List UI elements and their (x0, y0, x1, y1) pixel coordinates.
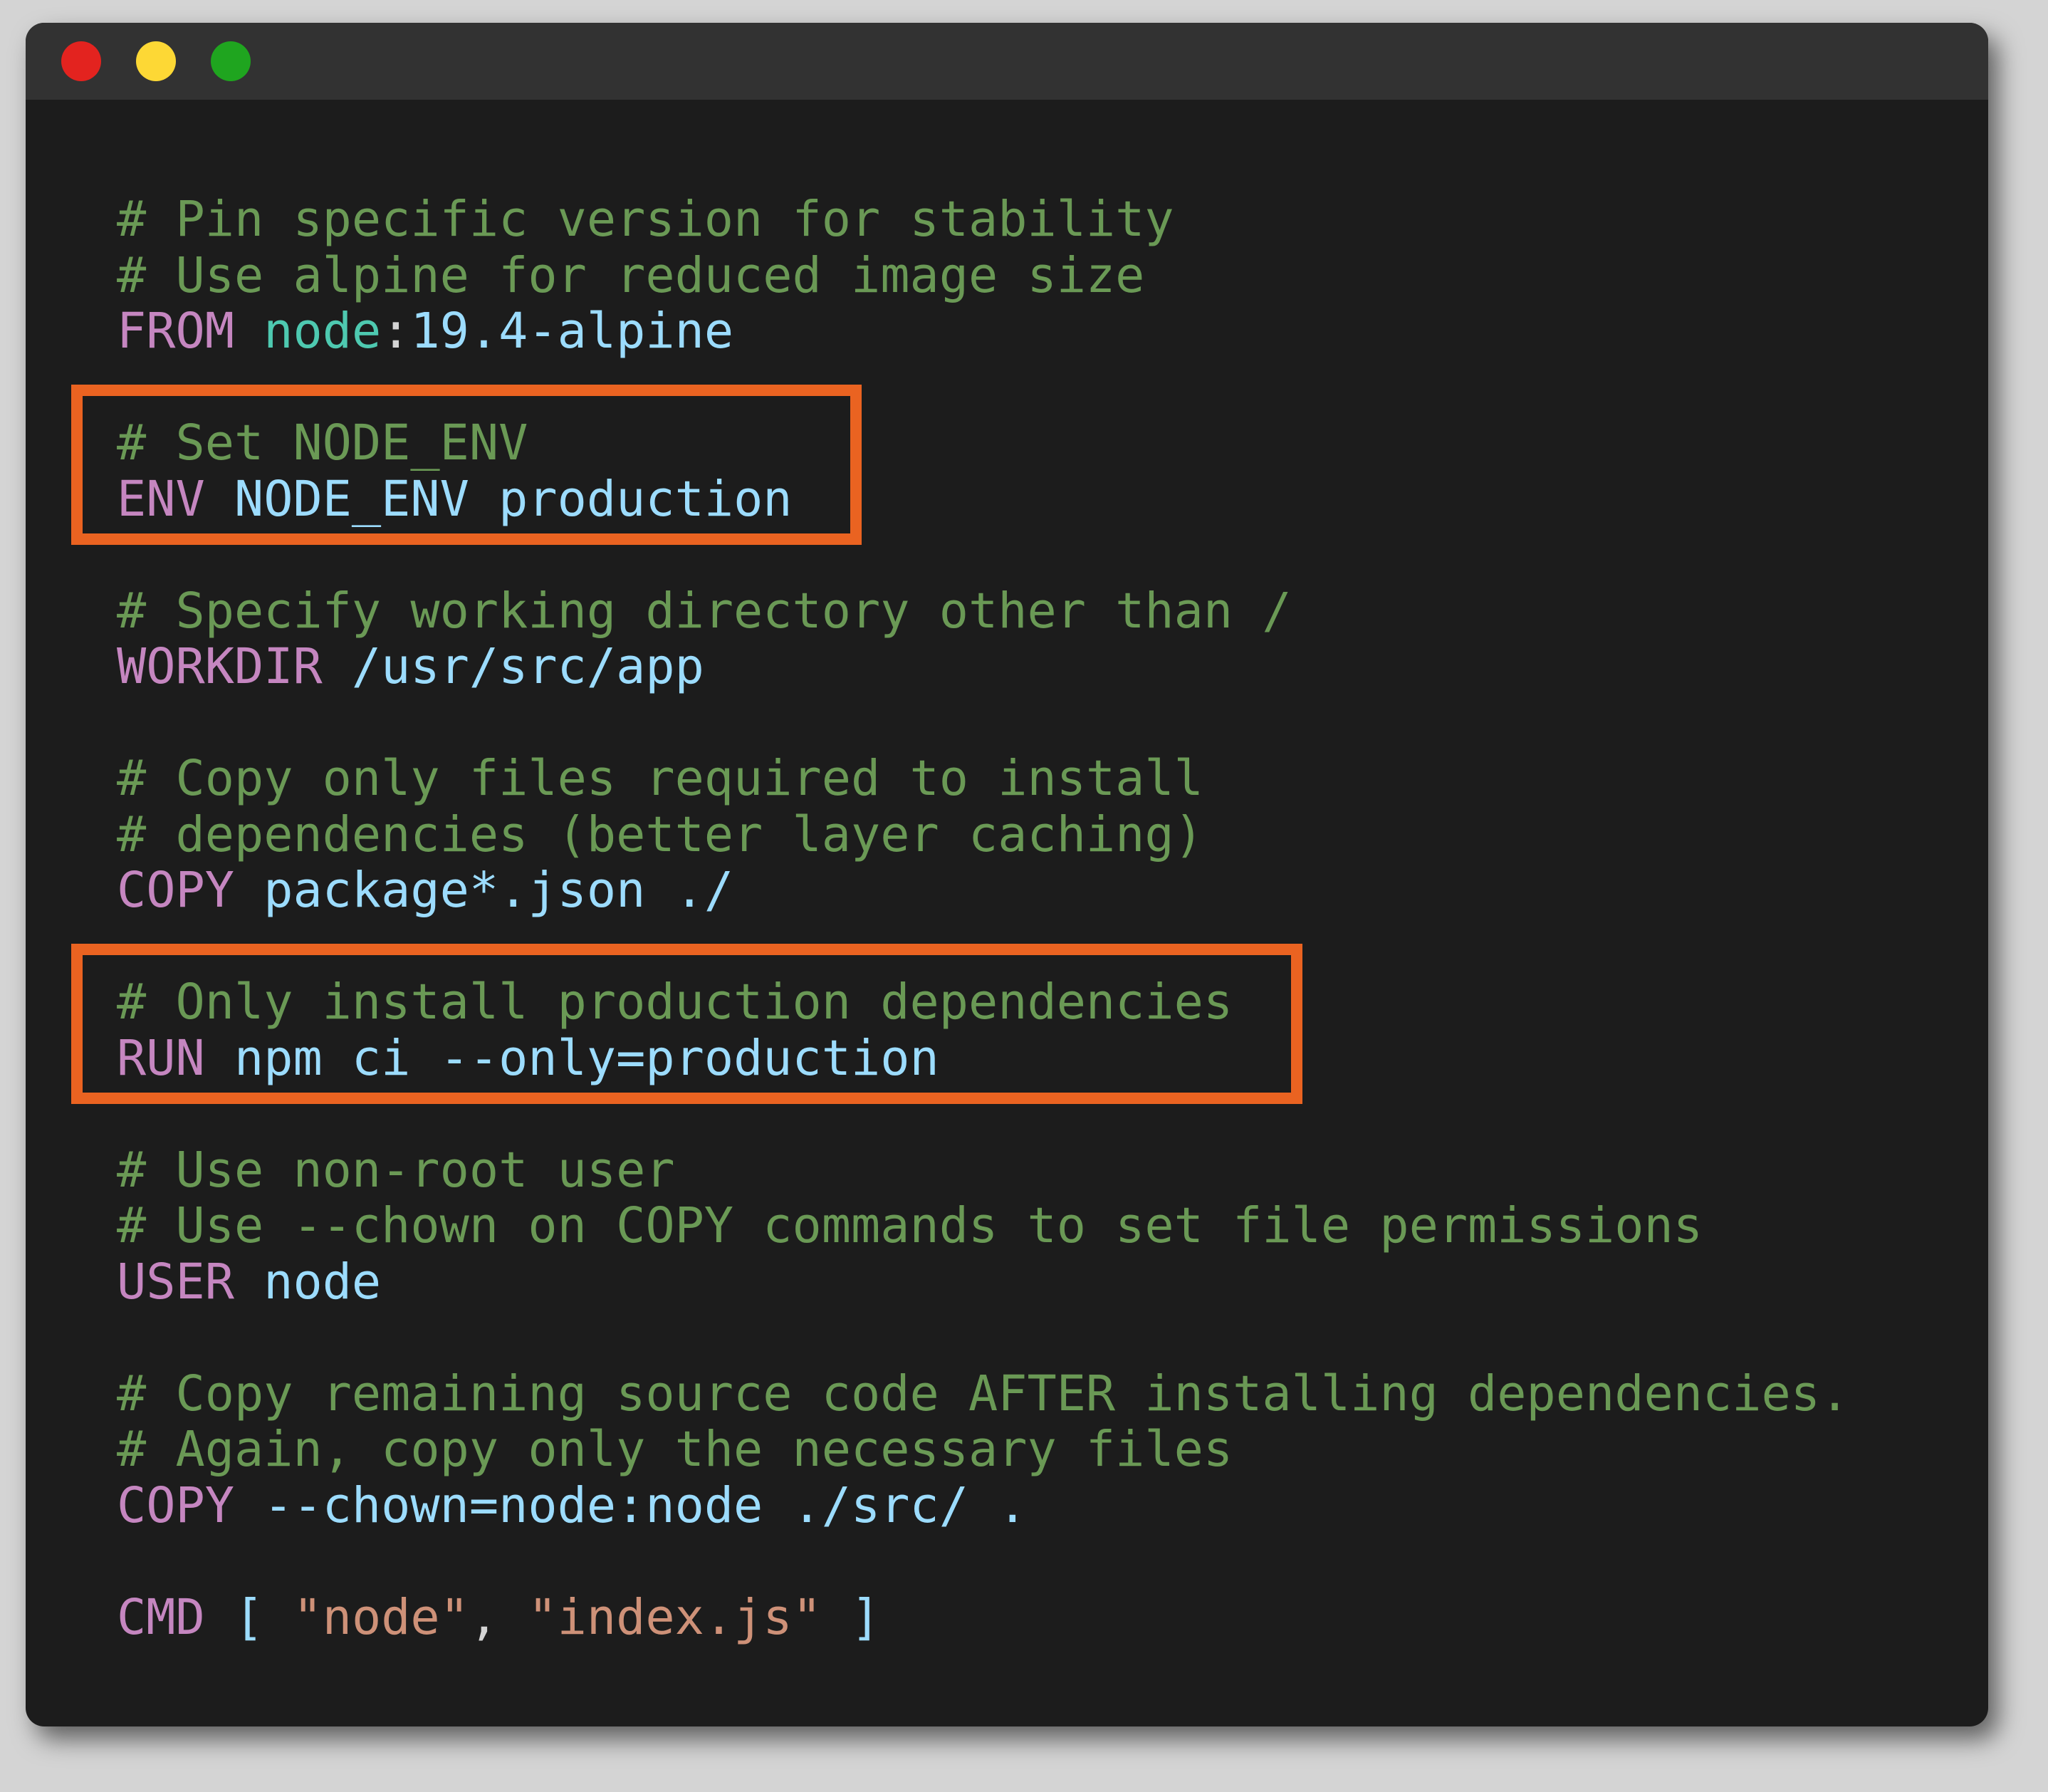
token-comment: # Copy only files required to install (117, 750, 1203, 807)
token-keyword: WORKDIR (117, 638, 323, 695)
code-line: CMD [ "node", "index.js" ] (117, 1589, 880, 1646)
code-line: # Specify working directory other than / (117, 583, 1292, 640)
code-line: # Copy only files required to install (117, 750, 1203, 807)
token-comment: # Use non-root user (117, 1141, 675, 1199)
token-value: /usr/src/app (322, 638, 704, 695)
code-line: # Pin specific version for stability (117, 191, 1174, 248)
code-line: # Use alpine for reduced image size (117, 247, 1144, 304)
token-comment: # dependencies (better layer caching) (117, 806, 1203, 863)
code-line: COPY --chown=node:node ./src/ . (117, 1477, 1027, 1534)
terminal-window: # Pin specific version for stability # Us… (26, 23, 1988, 1726)
token-comment: # Use alpine for reduced image size (117, 246, 1145, 304)
token-comment: # Use --chown on COPY commands to set fi… (117, 1197, 1703, 1254)
token-keyword: COPY (117, 1476, 234, 1534)
token-keyword: CMD (117, 1588, 205, 1646)
token-keyword: USER (117, 1253, 234, 1311)
code-line: # Use non-root user (117, 1142, 675, 1199)
code-line: # Use --chown on COPY commands to set fi… (117, 1197, 1703, 1254)
maximize-icon[interactable] (211, 41, 251, 81)
token-value: package*.json ./ (234, 862, 734, 919)
code-line: # dependencies (better layer caching) (117, 806, 1203, 863)
token-value: ] (821, 1588, 881, 1646)
token-plain: , (469, 1588, 528, 1646)
token-value: [ (204, 1588, 293, 1646)
code-line: FROM node:19.4-alpine (117, 303, 733, 360)
minimize-icon[interactable] (136, 41, 176, 81)
code-line: COPY package*.json ./ (117, 862, 733, 919)
code-line: WORKDIR /usr/src/app (117, 638, 704, 695)
token-comment: # Copy remaining source code AFTER insta… (117, 1365, 1850, 1422)
code-line: USER node (117, 1254, 381, 1311)
highlight-set-node-env (71, 385, 862, 545)
token-keyword: COPY (117, 862, 234, 919)
token-comment: # Specify working directory other than / (117, 582, 1292, 640)
token-string: "node" (293, 1588, 469, 1646)
token-comment: # Again, copy only the necessary files (117, 1421, 1233, 1478)
token-value: 19.4-alpine (410, 303, 734, 360)
token-plain: : (381, 303, 411, 360)
highlight-npm-ci (71, 944, 1303, 1104)
token-string: "index.js" (528, 1588, 822, 1646)
code-line: # Copy remaining source code AFTER insta… (117, 1365, 1849, 1422)
token-value: --chown=node:node ./src/ . (234, 1476, 1028, 1534)
code-line: # Again, copy only the necessary files (117, 1421, 1233, 1478)
token-keyword: FROM (117, 303, 234, 360)
close-icon[interactable] (61, 41, 101, 81)
token-type: node (263, 303, 382, 360)
title-bar (26, 23, 1988, 100)
token-value: node (234, 1253, 382, 1311)
token-comment: # Pin specific version for stability (117, 191, 1174, 248)
